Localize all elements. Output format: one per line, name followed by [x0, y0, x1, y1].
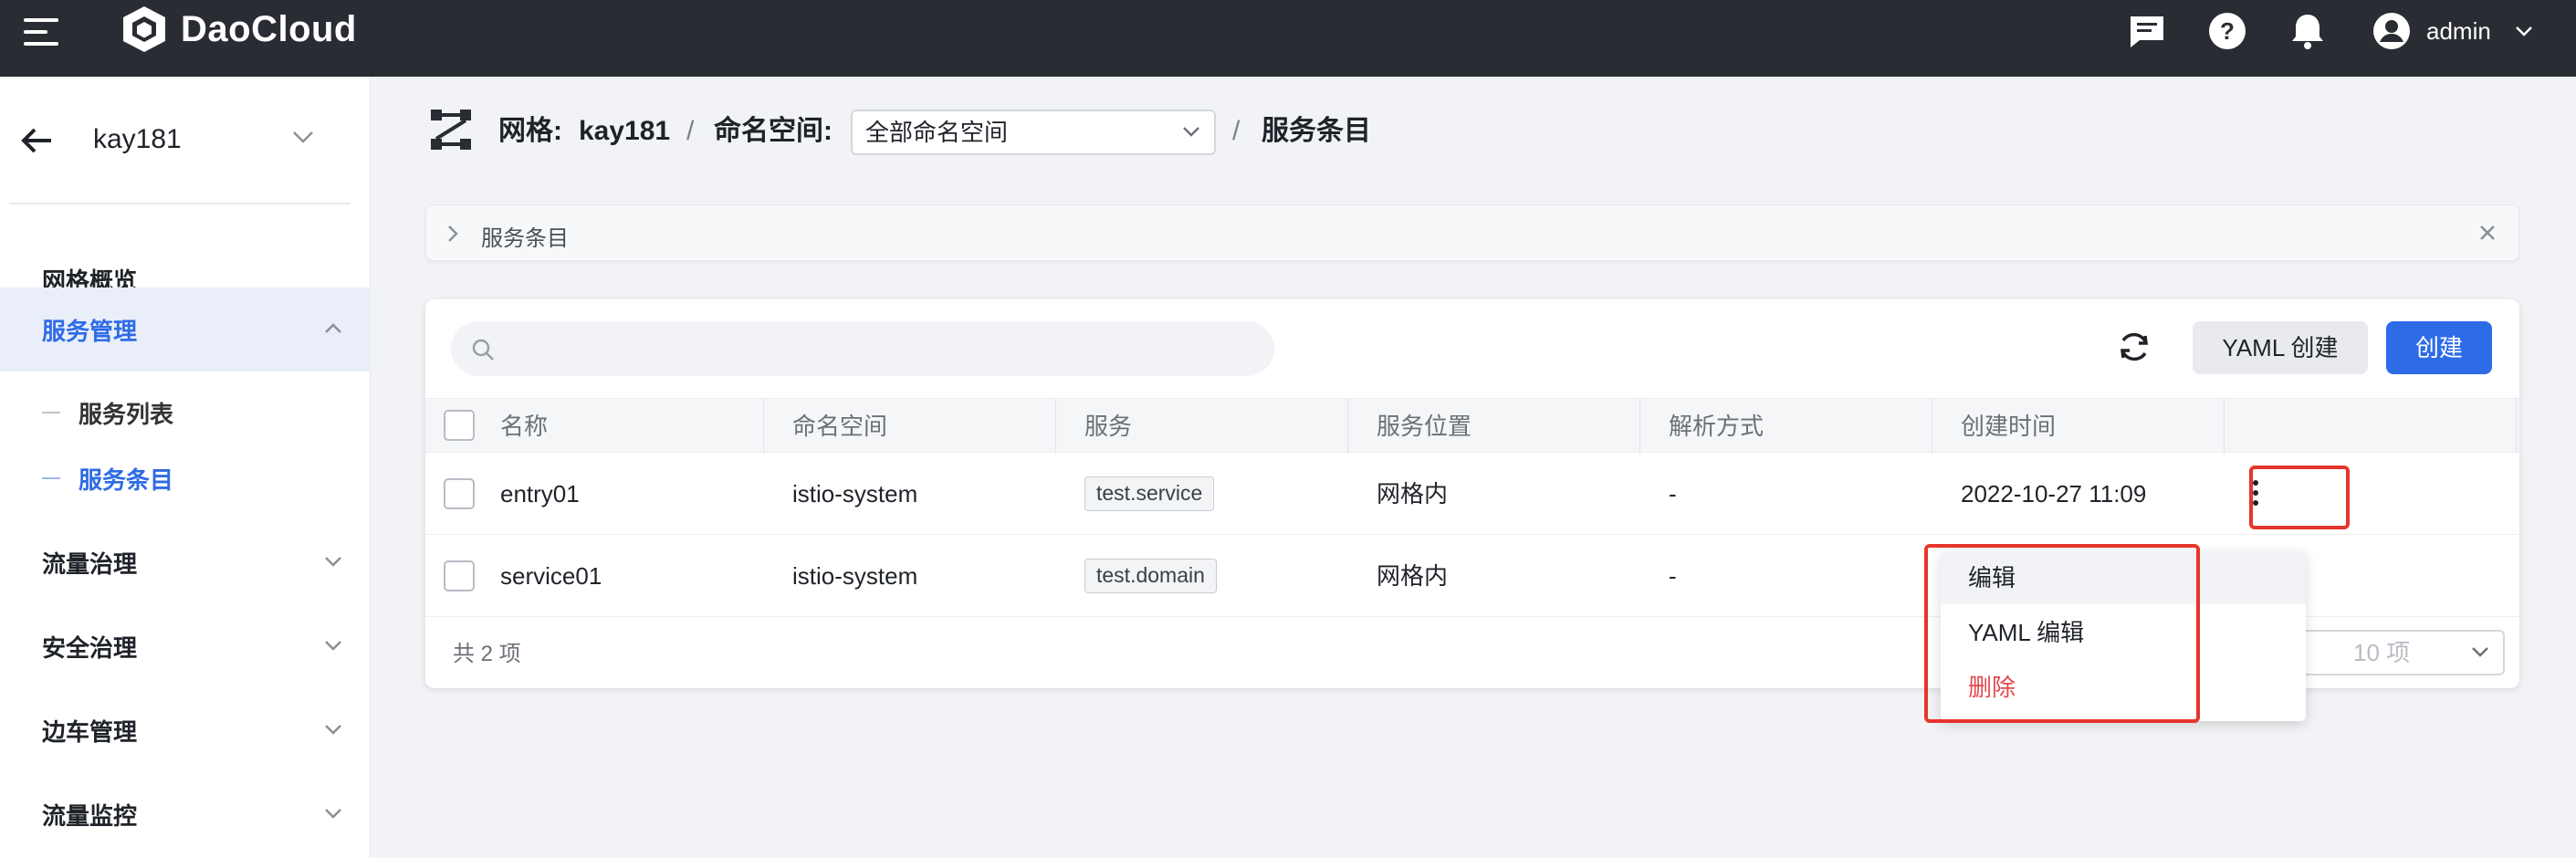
sidebar-item-traffic-monitoring[interactable]: 流量监控: [0, 772, 371, 856]
breadcrumb-separator: /: [686, 116, 695, 146]
info-collapse-bar[interactable]: 服务条目: [425, 204, 2519, 261]
column-header-location[interactable]: 服务位置: [1377, 399, 1471, 454]
sidebar-item-traffic-governance[interactable]: 流量治理: [0, 520, 371, 604]
table-header: 名称 命名空间 服务 服务位置 解析方式 创建时间: [425, 398, 2519, 454]
namespace-select-value: 全部命名空间: [865, 119, 1009, 146]
namespace-select[interactable]: 全部命名空间: [851, 110, 1216, 155]
sidebar-item-service-management[interactable]: 服务管理: [0, 288, 371, 371]
close-icon[interactable]: [2478, 224, 2497, 242]
chevron-down-icon: [2472, 647, 2488, 657]
column-divider: [2224, 399, 2225, 454]
help-icon[interactable]: ?: [2207, 11, 2247, 51]
chevron-down-icon: [325, 557, 341, 567]
user-icon: [2373, 13, 2410, 49]
sidebar-item-label: 安全治理: [42, 633, 138, 662]
breadcrumb-namespace-label: 命名空间:: [714, 116, 832, 146]
sidebar-item-label: 流量监控: [42, 801, 138, 830]
back-arrow-icon[interactable]: [18, 122, 55, 159]
column-header-service[interactable]: 服务: [1084, 399, 1132, 454]
cell-namespace: istio-system: [792, 480, 918, 507]
sidebar-item-security-governance[interactable]: 安全治理: [0, 604, 371, 688]
collapse-label: 服务条目: [481, 226, 569, 251]
chevron-down-icon: [325, 725, 341, 735]
column-divider: [1639, 399, 1640, 454]
page-size-select[interactable]: 10 项: [2289, 630, 2505, 675]
sidebar-divider: [9, 203, 351, 204]
column-header-name[interactable]: 名称: [500, 399, 548, 454]
breadcrumb-mesh-name[interactable]: kay181: [579, 113, 670, 150]
chevron-down-icon: [1183, 127, 1199, 137]
cell-name[interactable]: entry01: [500, 453, 580, 535]
brand-name: DaoCloud: [181, 8, 357, 49]
chevron-down-icon: [325, 641, 341, 651]
cell-location: 网格内: [1377, 562, 1449, 590]
breadcrumb-separator: /: [1232, 116, 1241, 146]
chevron-down-icon[interactable]: [290, 128, 316, 146]
row-checkbox[interactable]: [444, 560, 475, 591]
highlight-box: [2249, 466, 2350, 529]
select-all-checkbox[interactable]: [444, 410, 475, 441]
page-size-value: 10 项: [2353, 639, 2411, 666]
user-name: admin: [2426, 16, 2491, 45]
column-divider: [763, 399, 764, 454]
breadcrumb-mesh-label: 网格:: [498, 116, 562, 146]
yaml-create-button[interactable]: YAML 创建: [2193, 321, 2368, 374]
cell-resolution: -: [1669, 562, 1677, 590]
mesh-icon: [431, 110, 471, 150]
cell-namespace: istio-system: [792, 562, 918, 590]
column-divider: [2516, 399, 2517, 454]
total-count: 共 2 项: [453, 642, 521, 666]
row-checkbox[interactable]: [444, 478, 475, 509]
service-tag: test.service: [1084, 476, 1215, 511]
user-menu[interactable]: admin: [2372, 11, 2533, 51]
top-bar: DaoCloud ? admin: [0, 0, 2576, 77]
cell-location: 网格内: [1377, 480, 1449, 507]
dash-icon: [42, 477, 60, 479]
table-row[interactable]: entry01 istio-system test.service 网格内 - …: [425, 453, 2519, 535]
daocloud-logo-icon: [123, 6, 165, 52]
service-tag: test.domain: [1084, 559, 1217, 593]
sidebar-item-label: 边车管理: [42, 717, 138, 746]
menu-icon[interactable]: [24, 18, 58, 46]
create-button[interactable]: 创建: [2386, 321, 2492, 374]
column-header-resolution[interactable]: 解析方式: [1669, 399, 1764, 454]
message-icon[interactable]: [2127, 11, 2167, 51]
sidebar-item-label: 流量治理: [42, 549, 138, 578]
chevron-right-icon: [448, 225, 458, 242]
column-divider: [1055, 399, 1056, 454]
mesh-selector-label[interactable]: kay181: [93, 124, 182, 155]
refresh-icon[interactable]: [2116, 329, 2152, 365]
sidebar-item-sidecar-management[interactable]: 边车管理: [0, 688, 371, 772]
svg-text:?: ?: [2220, 17, 2235, 45]
page-title: 服务条目: [1262, 116, 1371, 146]
chevron-down-icon: [325, 809, 341, 819]
search-input[interactable]: [451, 321, 1274, 376]
chevron-down-icon: [2515, 26, 2532, 37]
sidebar-subitem-service-entry[interactable]: 服务条目: [42, 451, 173, 506]
bell-icon[interactable]: [2288, 11, 2328, 51]
sidebar-subitem-service-list[interactable]: 服务列表: [42, 385, 173, 440]
chevron-up-icon: [325, 323, 341, 333]
column-header-created[interactable]: 创建时间: [1961, 399, 2056, 454]
cell-name[interactable]: service01: [500, 535, 602, 617]
sidebar-item-label: 服务管理: [42, 317, 138, 345]
column-divider: [1347, 399, 1348, 454]
brand-logo[interactable]: DaoCloud: [119, 4, 357, 55]
dash-icon: [42, 412, 60, 413]
cell-resolution: -: [1669, 480, 1677, 507]
column-header-namespace[interactable]: 命名空间: [792, 399, 887, 454]
sidebar-subitem-label: 服务列表: [79, 400, 174, 428]
cell-created: 2022-10-27 11:09: [1961, 480, 2147, 507]
search-icon: [472, 339, 494, 361]
highlight-box: [1924, 544, 2200, 723]
sidebar-subitem-label: 服务条目: [79, 466, 174, 494]
sidebar: kay181 网格概览 服务管理 服务列表 服务条目 流量治理 安全治理 边车管…: [0, 77, 371, 858]
